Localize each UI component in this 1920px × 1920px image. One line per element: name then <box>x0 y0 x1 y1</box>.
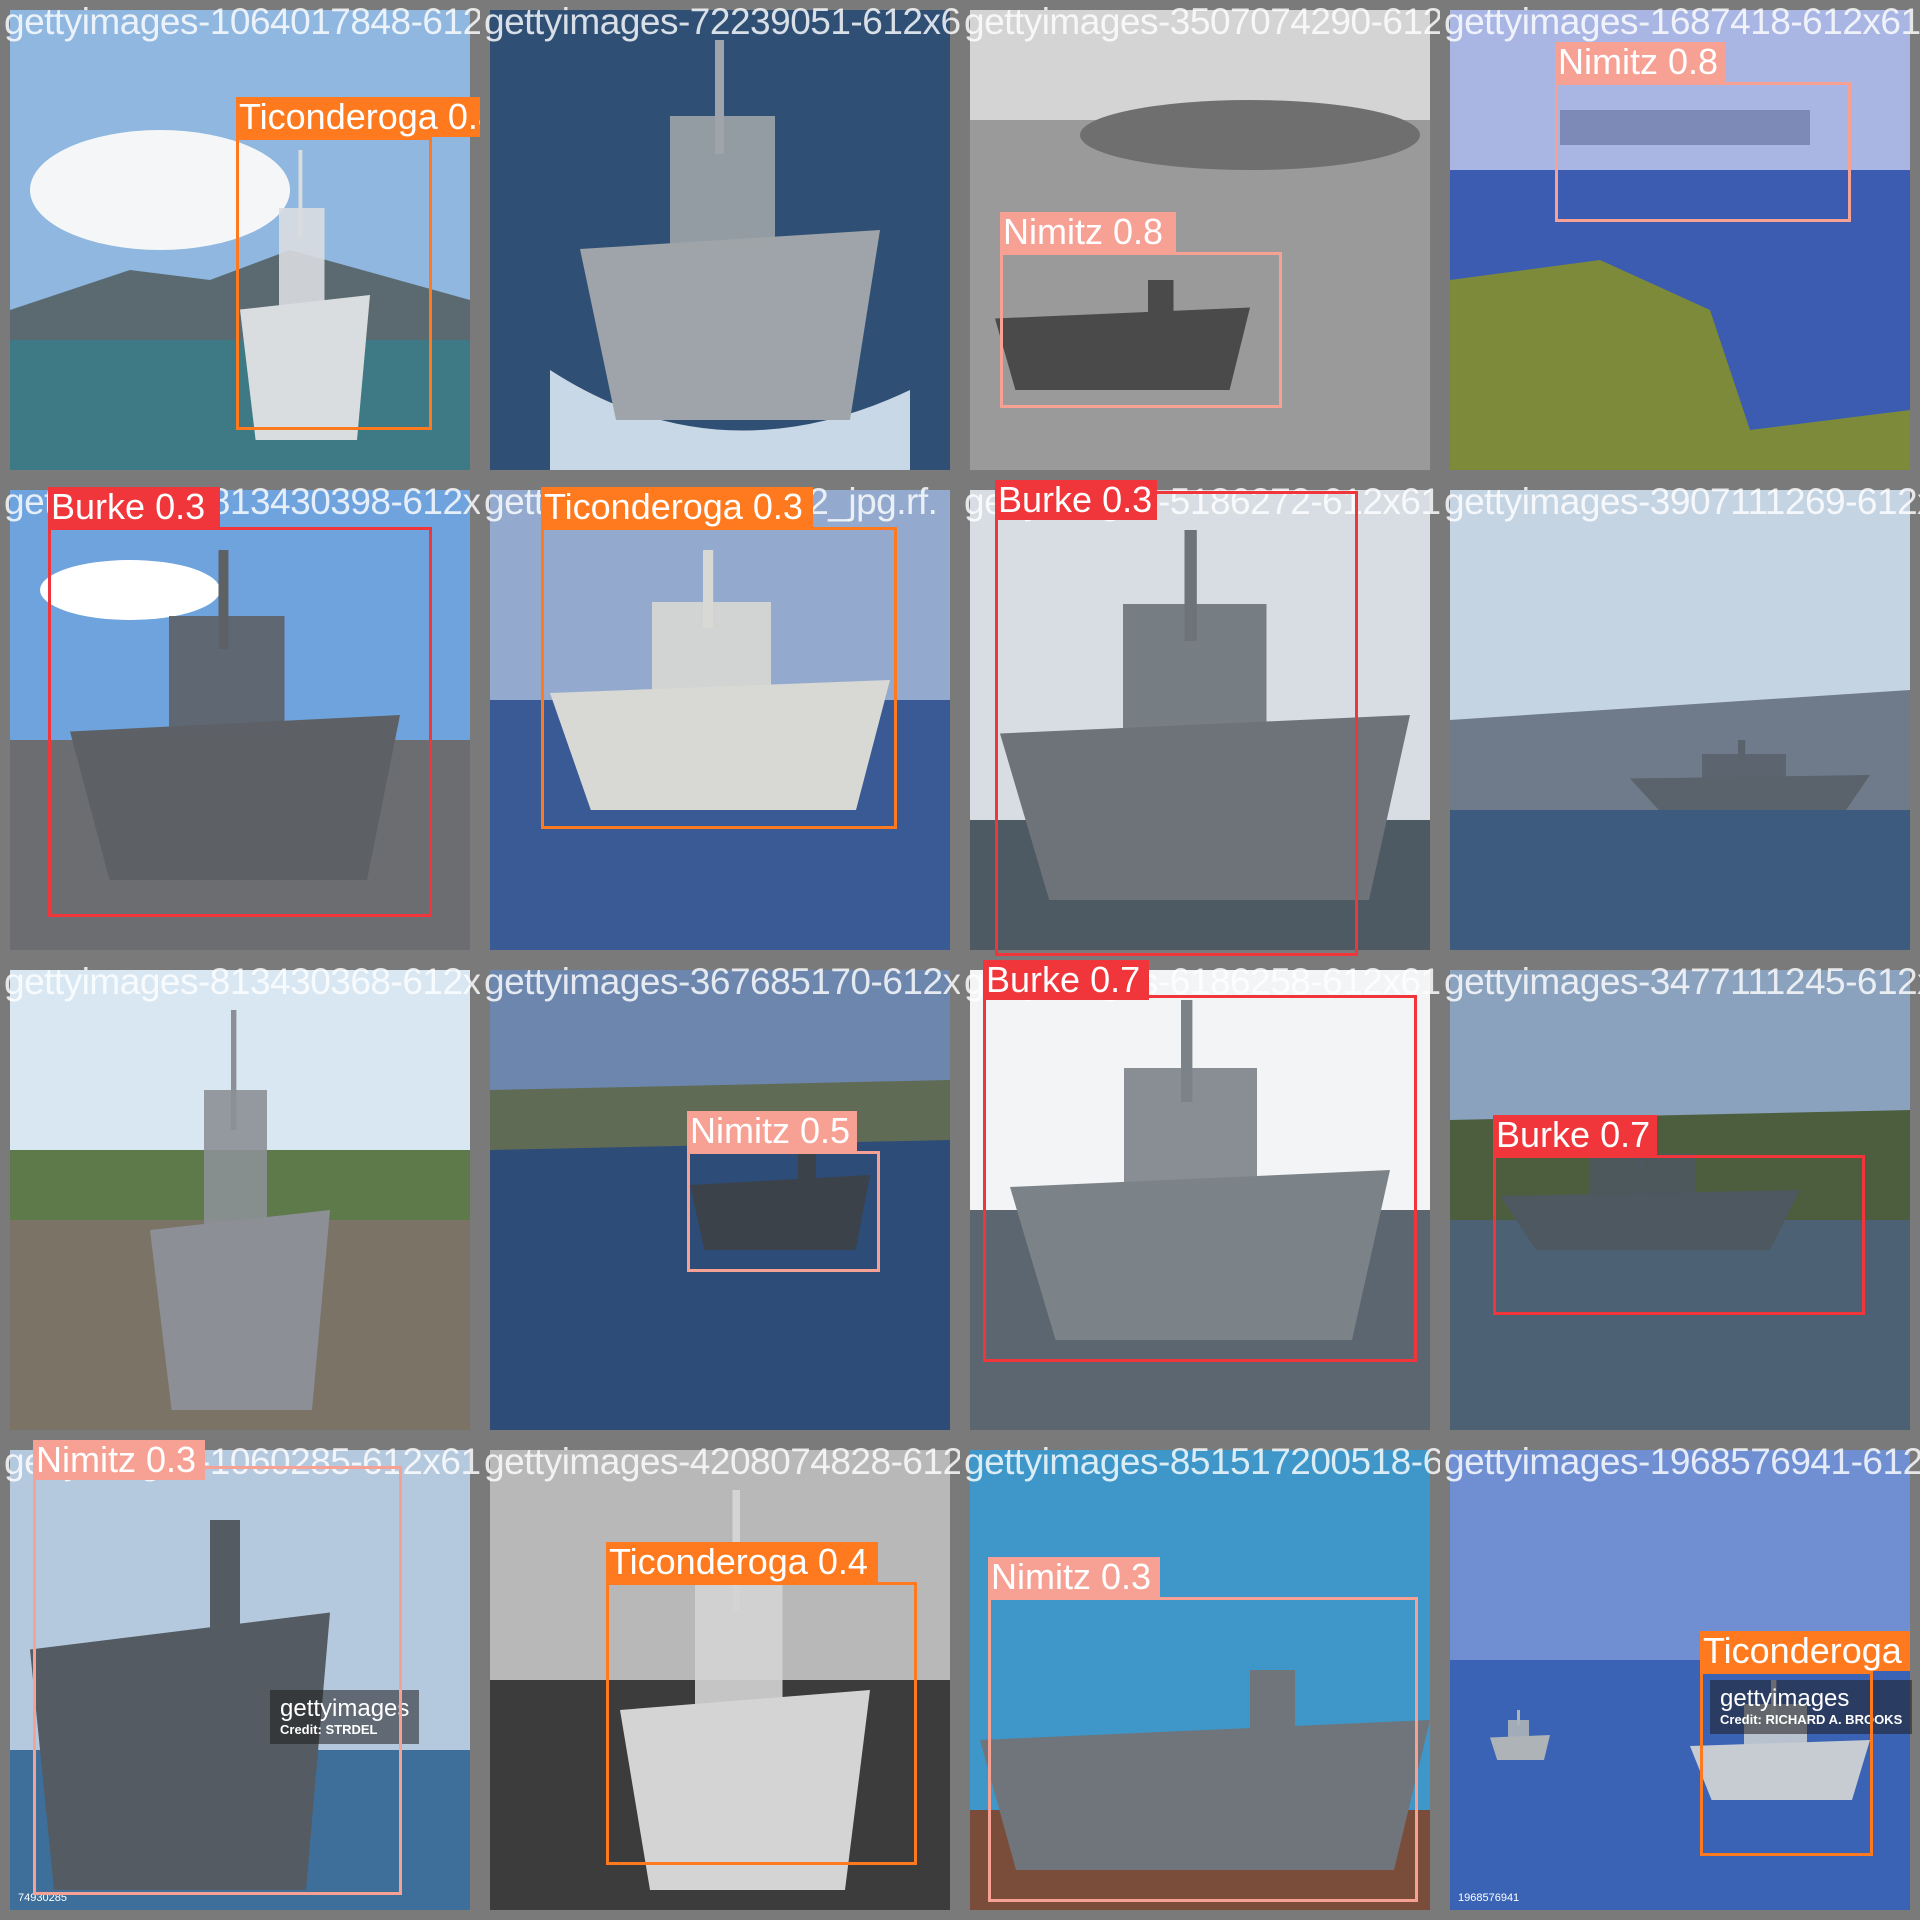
detection-confidence: 0.8 <box>1113 211 1164 252</box>
detection-confidence: 0.3 <box>146 1440 197 1480</box>
detection-class: Nimitz <box>690 1110 790 1151</box>
detection-class: Nimitz <box>36 1440 136 1480</box>
detection-box <box>1000 252 1282 408</box>
image-filename: gettyimages-3477111245-612x612_jpg.rf. <box>1444 961 1920 1002</box>
mosaic-tile: gettyimages-1064017848-612x612_jpg.rf. Ti… <box>0 0 480 480</box>
mosaic-tile: gettyimages-612x612_jpg.rf.Ticonderoga 0… <box>480 480 960 960</box>
mosaic-tile: gettyimages-813430368-612x612_jpg.rf. <box>0 960 480 1440</box>
image-filename: gettyimages-3907111269-612x612_jpg.rf. <box>1444 481 1920 522</box>
image-filename: gettyimages-813430368-612x612_jpg.rf. <box>4 961 480 1002</box>
detection-confidence: 0.8 <box>1668 41 1719 82</box>
image-filename: gettyimages-1968576941-612x612_jpg.rf. <box>1444 1441 1920 1482</box>
detection-label: Ticonderoga 0.8 <box>236 97 480 137</box>
detection-box <box>995 491 1358 956</box>
mosaic-tile: gettyimages-6186258-612x612_jpg.rf.Burke… <box>960 960 1440 1440</box>
detection-class: Nimitz <box>991 1556 1091 1597</box>
image-filename: gettyimages-72239051-612x612_jpg.rf. <box>484 1 960 42</box>
detection-box <box>1493 1155 1865 1315</box>
detection-confidence: 0.4 <box>817 1541 868 1582</box>
detection-label: Burke 0.7 <box>983 960 1149 1000</box>
mosaic-tile: gettyimages-813430398-612x612_jpg.rf.Bur… <box>0 480 480 960</box>
detection-box <box>983 995 1417 1362</box>
detection-box <box>33 1466 402 1895</box>
detection-box <box>606 1582 917 1865</box>
detection-label: Ticonderoga 0.3 <box>541 487 813 527</box>
ship-photo <box>1450 490 1910 950</box>
detection-class: Ticonderoga <box>239 96 438 137</box>
detection-class: Ticonderoga <box>544 486 743 527</box>
detection-box <box>541 527 897 829</box>
image-filename: gettyimages-367685170-612x612_jpg.rf. <box>484 961 960 1002</box>
detection-label: Ticonderoga 0.4 <box>606 1542 878 1582</box>
detection-class: Nimitz <box>1003 211 1103 252</box>
image-id-caption: 1968576941 <box>1458 1892 1520 1904</box>
detection-confidence: 0.3 <box>1101 1556 1152 1597</box>
detection-confidence: 0.3 <box>155 486 206 527</box>
ship-photo <box>490 10 950 470</box>
mosaic-tile: gettyimages-4208074828-612x612_jpg.rf. Ti… <box>480 1440 960 1920</box>
mosaic-tile: gettyimages-1687418-612x612_jpg.rf.Nimit… <box>1440 0 1920 480</box>
detection-box <box>236 137 432 430</box>
detection-label: Ticonderoga <box>1700 1631 1910 1671</box>
mosaic-tile: gettyimages-5186272-612x612_jpg.rf.Burke… <box>960 480 1440 960</box>
detection-class: Nimitz <box>1558 41 1658 82</box>
detection-box <box>1555 82 1851 222</box>
ship-photo <box>10 970 470 1430</box>
detection-label: Burke 0.3 <box>995 480 1157 520</box>
image-filename: gettyimages-851517200518-612x612_jpg.rf. <box>964 1441 1440 1482</box>
detection-class: Ticonderoga <box>1703 1630 1902 1671</box>
detection-class: Burke <box>1496 1114 1591 1155</box>
mosaic-tile: gettyimages-367685170-612x612_jpg.rf. Nim… <box>480 960 960 1440</box>
detection-label: Nimitz 0.3 <box>33 1440 205 1480</box>
detection-confidence: 0.3 <box>752 486 803 527</box>
detection-class: Ticonderoga <box>609 1541 808 1582</box>
detection-confidence: 0.5 <box>800 1110 851 1151</box>
detection-box <box>687 1151 880 1272</box>
detection-confidence: 0.8 <box>447 96 480 137</box>
image-filename: gettyimages-1687418-612x612_jpg.rf. <box>1444 1 1920 42</box>
detection-label: Nimitz 0.8 <box>1000 212 1176 252</box>
mosaic-tile: gettyimages-3477111245-612x612_jpg.rf. Bu… <box>1440 960 1920 1440</box>
image-filename: gettyimages-4208074828-612x612_jpg.rf. <box>484 1441 960 1482</box>
detection-confidence: 0.7 <box>1600 1114 1651 1155</box>
detection-box <box>1700 1671 1873 1856</box>
mosaic-tile: gettyimages-1060285-612x612_jpg.rf.Nimit… <box>0 1440 480 1920</box>
detection-label: Nimitz 0.3 <box>988 1557 1160 1597</box>
detection-class: Burke <box>998 480 1093 520</box>
detection-label: Burke 0.3 <box>48 487 220 527</box>
detection-label: Burke 0.7 <box>1493 1115 1657 1155</box>
detection-class: Burke <box>986 960 1081 1000</box>
image-filename: gettyimages-3507074290-612x612_jpg.rf. <box>964 1 1440 42</box>
detection-confidence: 0.3 <box>1102 480 1153 520</box>
mosaic-tile: gettyimages-72239051-612x612_jpg.rf. <box>480 0 960 480</box>
mosaic-tile: gettyimages-851517200518-612x612_jpg.rf.… <box>960 1440 1440 1920</box>
mosaic-tile: gettyimages-3907111269-612x612_jpg.rf. <box>1440 480 1920 960</box>
mosaic-tile: gettyimages-1968576941-612x612_jpg.rf. Ti… <box>1440 1440 1920 1920</box>
detection-label: Nimitz 0.8 <box>1555 42 1725 82</box>
detection-confidence: 0.7 <box>1090 960 1141 1000</box>
detection-box <box>48 527 432 917</box>
image-filename: gettyimages-1064017848-612x612_jpg.rf. <box>4 1 480 42</box>
mosaic-tile: gettyimages-3507074290-612x612_jpg.rf. Ni… <box>960 0 1440 480</box>
detection-mosaic: gettyimages-1064017848-612x612_jpg.rf. Ti… <box>0 0 1920 1920</box>
detection-box <box>988 1597 1418 1902</box>
detection-class: Burke <box>51 486 146 527</box>
detection-label: Nimitz 0.5 <box>687 1111 857 1151</box>
